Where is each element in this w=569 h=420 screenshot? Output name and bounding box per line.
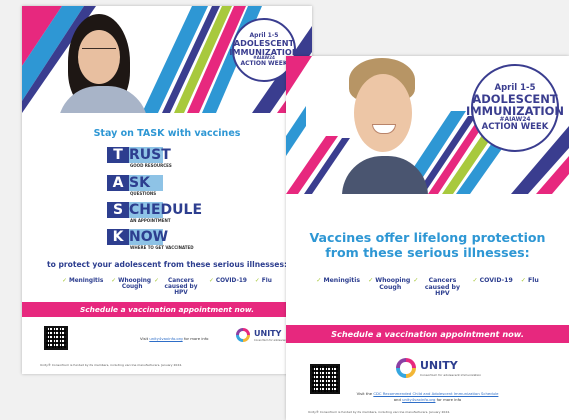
unity-logo-text: UNITY bbox=[254, 329, 282, 338]
qr-code[interactable] bbox=[310, 364, 340, 394]
poster-task: April 1-5 ADOLESCENT IMMUNIZATION #AIAW2… bbox=[22, 6, 312, 374]
unity-link[interactable]: unity4vaxinfo.org bbox=[149, 336, 182, 341]
badge-line3: ACTION WEEK bbox=[481, 122, 549, 133]
task-sub: WHERE TO GET VACCINATED bbox=[130, 245, 194, 250]
check-icon: ✓ bbox=[111, 278, 117, 284]
check-icon: ✓ bbox=[316, 277, 322, 284]
illness-item: ✓ Flu bbox=[520, 277, 539, 284]
action-week-badge: April 1-5 ADOLESCENT IMMUNIZATION #AIAW2… bbox=[466, 64, 564, 152]
check-icon: ✓ bbox=[472, 277, 478, 284]
check-icon: ✓ bbox=[154, 278, 159, 284]
hero-image-boy: April 1-5 ADOLESCENT IMMUNIZATION #AIAW2… bbox=[286, 56, 569, 194]
unity-logo-icon bbox=[396, 358, 416, 378]
fine-print: Unity® Consortium is funded by its membe… bbox=[40, 363, 183, 367]
task-sub: QUESTIONS bbox=[130, 191, 157, 196]
check-icon: ✓ bbox=[368, 277, 374, 284]
cta-banner: Schedule a vaccination appointment now. bbox=[286, 325, 569, 343]
cdc-schedule-link[interactable]: CDC Recommended Child and Adolescent Imm… bbox=[373, 391, 498, 396]
illness-list: ✓ Meningitis ✓ Whooping Cough ✓ Cancers cau… bbox=[22, 278, 312, 296]
poster-lifelong: April 1-5 ADOLESCENT IMMUNIZATION #AIAW2… bbox=[286, 56, 569, 420]
illness-item: ✓ Meningitis bbox=[316, 277, 361, 284]
hero-image-girl: April 1-5 ADOLESCENT IMMUNIZATION #AIAW2… bbox=[22, 6, 312, 113]
task-word: RUST bbox=[129, 147, 171, 163]
illness-item: ✓ Cancers caused by HPV bbox=[413, 277, 461, 297]
task-letter: T bbox=[107, 147, 129, 163]
check-icon: ✓ bbox=[254, 278, 260, 284]
task-word: NOW bbox=[129, 229, 169, 245]
illness-list: ✓ Meningitis ✓ Whooping Cough ✓ Cancers cau… bbox=[286, 277, 569, 298]
illness-item: ✓ Whooping Cough bbox=[368, 277, 411, 291]
illness-item: ✓ Meningitis bbox=[62, 278, 104, 284]
check-icon: ✓ bbox=[413, 277, 419, 284]
unity-logo-icon bbox=[236, 328, 250, 342]
task-heading: Stay on TASK with vaccines bbox=[93, 128, 241, 139]
check-icon: ✓ bbox=[209, 278, 214, 284]
visit-text: Visit the CDC Recommended Child and Adol… bbox=[356, 391, 499, 402]
cta-banner: Schedule a vaccination appointment now. bbox=[22, 302, 312, 317]
illness-item: ✓ Cancers caused by HPV bbox=[154, 278, 198, 297]
qr-code[interactable] bbox=[44, 326, 68, 350]
task-sub: GOOD RESOURCES bbox=[130, 163, 172, 168]
unity-logo-text: UNITY bbox=[420, 359, 458, 372]
lifelong-heading: Vaccines offer lifelong protection from … bbox=[309, 230, 546, 260]
protect-text: to protect your adolescent from these se… bbox=[46, 260, 288, 269]
task-word: SK bbox=[129, 175, 150, 191]
girl-glasses bbox=[82, 48, 116, 59]
illness-item: ✓ Whooping Cough bbox=[111, 278, 152, 291]
illness-item: ✓ COVID-19 bbox=[472, 277, 513, 284]
boy-face bbox=[354, 74, 412, 152]
check-icon: ✓ bbox=[62, 278, 67, 284]
check-icon: ✓ bbox=[520, 277, 526, 284]
badge-line3: ACTION WEEK bbox=[240, 59, 288, 67]
illness-item: ✓ Flu bbox=[254, 278, 272, 284]
illness-item: ✓ COVID-19 bbox=[209, 278, 247, 284]
visit-text: Visit unity4vaxinfo.org for more info bbox=[140, 336, 209, 341]
task-word: CHEDULE bbox=[129, 202, 203, 218]
task-letter: A bbox=[107, 175, 129, 191]
fine-print: Unity® Consortium is funded by its membe… bbox=[308, 410, 451, 414]
unity-logo-sub: Consortium for adolescent immunization bbox=[420, 373, 482, 377]
task-letter: K bbox=[107, 229, 129, 245]
task-letter: S bbox=[107, 202, 129, 218]
task-sub: AN APPOINTMENT bbox=[130, 218, 171, 223]
unity-link[interactable]: unity4vaxinfo.org bbox=[402, 397, 435, 402]
